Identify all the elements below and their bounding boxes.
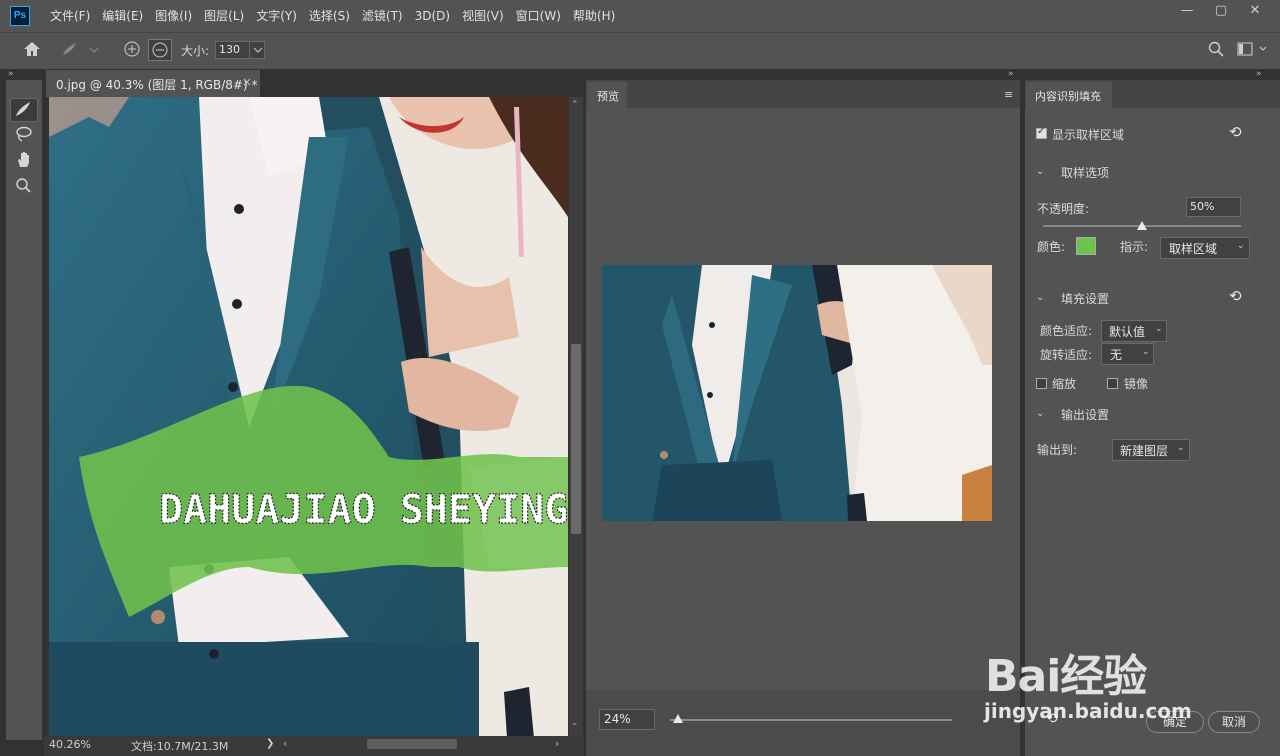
output-settings-chevron-icon[interactable]: ⌄ [1036, 408, 1044, 419]
indicate-value: 取样区域 [1169, 242, 1218, 256]
preview-tab-label: 预览 [597, 90, 619, 103]
hand-tool[interactable] [10, 150, 38, 174]
indicate-label: 指示: [1120, 240, 1149, 254]
color-adaptation-value: 默认值 [1109, 325, 1146, 339]
home-icon[interactable] [20, 40, 44, 60]
preview-zoom-value: 24% [604, 712, 631, 726]
menu-item-8[interactable]: 视图(V) [456, 0, 510, 32]
status-menu-icon[interactable]: ❯ [266, 738, 274, 749]
menu-item-7[interactable]: 3D(D) [409, 0, 456, 32]
output-settings-heading: 输出设置 [1061, 408, 1110, 422]
document-canvas[interactable]: DAHUAJIAO SHEYING [49, 97, 568, 738]
panel-collapse-icon[interactable]: » [1008, 69, 1014, 79]
scroll-up-icon[interactable]: ⌃ [571, 100, 579, 110]
scale-label: 缩放 [1052, 377, 1077, 391]
menu-item-5[interactable]: 选择(S) [303, 0, 356, 32]
zoom-percentage[interactable]: 40.26% [49, 738, 91, 751]
add-to-selection-icon[interactable] [122, 40, 142, 60]
caf-tab-label: 内容识别填充 [1035, 90, 1101, 103]
color-label: 颜色: [1037, 240, 1066, 254]
caf-collapse-icon[interactable]: » [1256, 69, 1262, 79]
hscroll-left-icon[interactable]: ‹ [283, 737, 287, 750]
mirror-checkbox[interactable] [1107, 378, 1118, 389]
cancel-button[interactable]: 取消 [1208, 711, 1260, 733]
hscroll-right-icon[interactable]: › [555, 737, 559, 750]
sampling-options-chevron-icon[interactable]: ⌄ [1036, 166, 1044, 177]
baidu-watermark-url: jingyan.baidu.com [984, 699, 1192, 723]
reset-sampling-icon[interactable]: ⟲ [1229, 123, 1242, 141]
output-to-chevron-icon: ⌄ [1177, 443, 1185, 453]
scroll-down-icon[interactable]: ⌄ [571, 718, 579, 728]
menu-item-3[interactable]: 图层(L) [198, 0, 250, 32]
restore-button[interactable]: ▢ [1204, 0, 1238, 24]
menu-item-0[interactable]: 文件(F) [44, 0, 96, 32]
menu-item-9[interactable]: 窗口(W) [510, 0, 567, 32]
fill-settings-heading: 填充设置 [1061, 292, 1110, 306]
preview-menu-icon[interactable]: ≡ [1004, 88, 1013, 101]
rotation-adaptation-label: 旋转适应: [1040, 348, 1093, 362]
rotation-adaptation-value: 无 [1110, 348, 1123, 362]
hand-icon [18, 152, 29, 167]
canvas-image: DAHUAJIAO SHEYING [49, 97, 568, 738]
subtract-from-selection-button[interactable] [148, 39, 172, 61]
lasso-tool[interactable] [10, 124, 38, 148]
color-adaptation-chevron-icon: ⌄ [1155, 324, 1163, 334]
lasso-icon [16, 126, 32, 142]
show-sampling-area-checkbox[interactable] [1036, 126, 1047, 139]
mirror-label: 镜像 [1124, 377, 1149, 391]
preview-zoom-slider-knob[interactable] [673, 714, 684, 723]
menu-item-2[interactable]: 图像(I) [149, 0, 198, 32]
menu-item-6[interactable]: 滤镜(T) [356, 0, 409, 32]
opacity-label: 不透明度: [1037, 202, 1090, 216]
close-tab-icon[interactable]: × [242, 75, 252, 89]
baidu-watermark: Bai经验 [985, 651, 1147, 702]
output-to-label: 输出到: [1037, 443, 1078, 457]
canvas-vertical-scroll-thumb[interactable] [571, 344, 581, 534]
preview-tab-bar [586, 80, 1020, 108]
preview-image [602, 265, 992, 521]
close-window-button[interactable]: ✕ [1238, 0, 1272, 24]
size-dropdown-chevron-icon[interactable] [249, 41, 266, 59]
brush-preset-icon[interactable] [60, 40, 100, 60]
search-icon[interactable] [1206, 40, 1226, 60]
opacity-value: 50% [1190, 200, 1215, 213]
document-info: 文档:10.7M/21.3M [131, 740, 229, 753]
sampling-brush-tool[interactable] [10, 98, 38, 122]
brush-icon [16, 102, 30, 116]
toolbar-collapse-icon[interactable]: » [8, 69, 14, 79]
magnifier-icon [16, 178, 31, 193]
output-to-value: 新建图层 [1120, 444, 1169, 458]
status-bar [44, 736, 584, 756]
menu-item-10[interactable]: 帮助(H) [567, 0, 621, 32]
menu-item-4[interactable]: 文字(Y) [250, 0, 303, 32]
scale-checkbox[interactable] [1036, 378, 1047, 389]
size-label: 大小: [181, 44, 210, 58]
zoom-tool[interactable] [10, 176, 38, 200]
menu-item-1[interactable]: 编辑(E) [96, 0, 149, 32]
document-tab-title: 0.jpg @ 40.3% (图层 1, RGB/8#) * [56, 78, 258, 92]
opacity-slider-knob[interactable] [1137, 221, 1147, 230]
fill-settings-chevron-icon[interactable]: ⌄ [1036, 292, 1044, 303]
menu-items: 文件(F) 编辑(E) 图像(I) 图层(L) 文字(Y) 选择(S) 滤镜(T) 3D(D)… [44, 0, 621, 32]
preview-zoom-slider[interactable] [670, 719, 952, 721]
subtract-from-selection-icon [152, 42, 168, 58]
size-value: 130 [219, 43, 240, 56]
photoshop-logo: Ps [10, 6, 30, 26]
canvas-watermark-text: DAHUAJIAO SHEYING [159, 487, 568, 533]
reset-fill-icon[interactable]: ⟲ [1229, 287, 1242, 305]
color-adaptation-label: 颜色适应: [1040, 324, 1093, 338]
sampling-options-heading: 取样选项 [1061, 166, 1110, 180]
sampling-color-swatch[interactable] [1076, 237, 1096, 255]
indicate-chevron-icon: ⌄ [1237, 241, 1245, 251]
canvas-horizontal-scroll-thumb[interactable] [367, 739, 457, 749]
workspace-icon[interactable] [1236, 40, 1270, 60]
minimize-button[interactable]: — [1170, 0, 1204, 24]
rotation-adaptation-chevron-icon: ⌄ [1142, 347, 1150, 357]
show-sampling-area-label: 显示取样区域 [1052, 128, 1125, 142]
